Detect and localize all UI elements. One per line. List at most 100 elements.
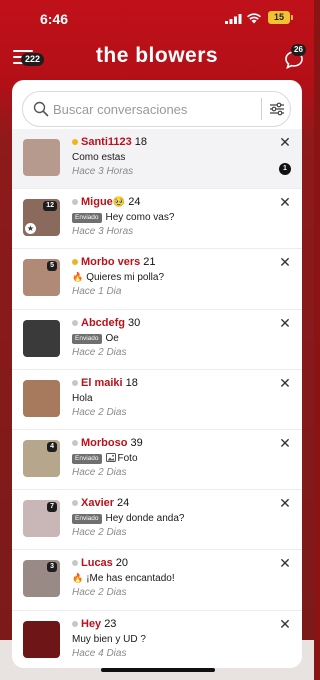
message-time: Hace 1 Dia — [72, 286, 122, 298]
username[interactable]: Morbo vers — [81, 256, 140, 268]
user-age: 18 — [125, 376, 138, 389]
user-age: 23 — [104, 617, 117, 630]
presence-dot — [72, 379, 78, 386]
message-preview: 🔥 ¡Me has encantado! — [72, 572, 175, 585]
conversation-row[interactable]: El maiki 18 Hola Hace 2 Dias ✕ — [12, 369, 302, 430]
conversation-row[interactable]: 4 Morboso 39 Enviado Foto Hace 2 Dias ✕ — [12, 429, 302, 491]
username[interactable]: Abcdefg — [81, 317, 125, 329]
conversation-list: Santi1123 18 Como estas Hace 3 Horas ✕ 1 12 ★ Mi… — [12, 129, 302, 668]
sent-tag: Enviado — [72, 333, 102, 344]
signal-icon — [225, 14, 242, 24]
close-icon[interactable]: ✕ — [278, 255, 292, 269]
close-icon[interactable]: ✕ — [278, 195, 292, 209]
presence-dot — [72, 139, 78, 145]
search-divider — [261, 98, 262, 120]
avatar[interactable]: 7 — [23, 500, 60, 538]
username[interactable]: Migue — [81, 196, 113, 208]
name-line: El maiki 18 — [81, 376, 138, 390]
message-text: Quieres mi polla? — [86, 272, 165, 284]
presence-dot — [72, 500, 78, 507]
avatar[interactable] — [23, 319, 60, 357]
filter-sliders-icon[interactable] — [269, 101, 285, 117]
fire-icon: 🔥 — [72, 573, 84, 584]
unread-badge: 1 — [279, 163, 291, 175]
message-time: Hace 3 Horas — [72, 226, 134, 238]
message-text: ¡Me has encantado! — [86, 573, 175, 585]
name-line: Hey 23 — [81, 617, 116, 631]
avatar[interactable]: 12 ★ — [23, 199, 60, 237]
message-time: Hace 2 Dias — [72, 527, 127, 539]
sent-tag: Enviado — [72, 213, 102, 224]
close-icon[interactable]: ✕ — [278, 556, 292, 570]
username[interactable]: Hey — [81, 618, 101, 630]
presence-dot — [72, 259, 78, 266]
close-icon[interactable]: ✕ — [278, 316, 292, 330]
status-bar: 6:46 15 — [0, 0, 314, 36]
close-icon[interactable]: ✕ — [278, 496, 292, 510]
message-preview: Enviado Foto — [72, 452, 138, 465]
sent-tag: Enviado — [72, 514, 102, 525]
user-age: 20 — [115, 557, 129, 570]
avatar[interactable] — [23, 620, 60, 658]
message-text: Como estas — [72, 152, 126, 163]
user-age: 30 — [128, 316, 141, 329]
conversation-row[interactable]: 12 ★ Migue🥹 24 Enviado Hey como vas? Hace 3 Ho… — [12, 189, 302, 250]
close-icon[interactable]: ✕ — [278, 135, 292, 149]
search-icon — [33, 101, 49, 117]
presence-dot — [72, 319, 78, 326]
message-text: Muy bien y UD ? — [72, 633, 146, 645]
home-indicator — [101, 668, 215, 672]
conversation-row[interactable]: Abcdefg 30 Enviado Oe Hace 2 Dias ✕ — [12, 309, 302, 370]
photo-count-badge: 12 — [43, 201, 57, 212]
name-line: Morbo vers 21 — [81, 255, 156, 269]
avatar[interactable] — [23, 379, 60, 417]
conversation-row[interactable]: Hey 23 Muy bien y UD ? Hace 4 Dias ✕ — [12, 610, 302, 668]
name-line: Migue🥹 24 — [81, 195, 140, 210]
battery-indicator: 15 — [268, 11, 293, 24]
close-icon[interactable]: ✕ — [278, 436, 292, 450]
message-time: Hace 4 Dias — [72, 647, 127, 659]
conversation-row[interactable]: 3 Lucas 20 🔥 ¡Me has encantado! Hace 2 Dias ✕ — [12, 550, 302, 611]
message-text: Hola — [72, 392, 93, 404]
message-text: Foto — [117, 452, 138, 464]
photo-count-badge: 4 — [47, 441, 57, 452]
name-line: Santi1123 18 — [81, 135, 147, 149]
wifi-icon — [247, 13, 261, 24]
chat-badge: 26 — [291, 44, 306, 56]
message-preview: 🔥 Quieres mi polla? — [72, 271, 164, 284]
status-time: 6:46 — [40, 11, 69, 27]
avatar[interactable]: 4 — [23, 439, 60, 477]
message-preview: Enviado Hey como vas? — [72, 211, 174, 224]
search-bar — [22, 91, 291, 127]
username[interactable]: Santi1123 — [81, 136, 132, 148]
username[interactable]: Xavier — [81, 497, 114, 509]
message-preview: Enviado Oe — [72, 332, 119, 345]
message-text: Hey como vas? — [105, 212, 175, 224]
close-icon[interactable]: ✕ — [278, 376, 292, 390]
conversations-panel: Santi112318Como estasHace 3 Horas✕112★Mi… — [12, 80, 302, 668]
username[interactable]: Lucas — [81, 557, 113, 569]
message-time: Hace 2 Dias — [72, 406, 127, 418]
conversation-row[interactable]: 5 Morbo vers 21 🔥 Quieres mi polla? Hace 1 Di… — [12, 249, 302, 310]
sent-tag: Enviado — [72, 453, 102, 464]
search-input[interactable] — [53, 92, 253, 126]
avatar[interactable] — [23, 139, 60, 176]
message-preview: Muy bien y UD ? — [72, 633, 146, 646]
avatar[interactable]: 5 — [23, 259, 60, 297]
message-preview: Hola — [72, 392, 93, 405]
name-line: Morboso 39 — [81, 436, 143, 450]
username[interactable]: Morboso — [81, 437, 127, 449]
app-title: the blowers — [95, 44, 219, 67]
user-age: 39 — [130, 436, 143, 449]
name-line: Lucas 20 — [81, 556, 128, 570]
conversation-row[interactable]: 7 Xavier 24 Enviado Hey donde anda? Hace 2 Di… — [12, 490, 302, 551]
avatar[interactable]: 3 — [23, 560, 60, 598]
conversation-row[interactable]: Santi1123 18 Como estas Hace 3 Horas ✕ 1 — [12, 129, 302, 190]
message-time: Hace 2 Dias — [72, 466, 127, 478]
close-icon[interactable]: ✕ — [278, 617, 292, 631]
photo-count-badge: 3 — [47, 562, 57, 573]
username[interactable]: El maiki — [81, 377, 123, 389]
message-text: Oe — [105, 332, 119, 344]
name-line: Abcdefg 30 — [81, 316, 140, 330]
fire-icon: 🔥 — [72, 272, 84, 283]
